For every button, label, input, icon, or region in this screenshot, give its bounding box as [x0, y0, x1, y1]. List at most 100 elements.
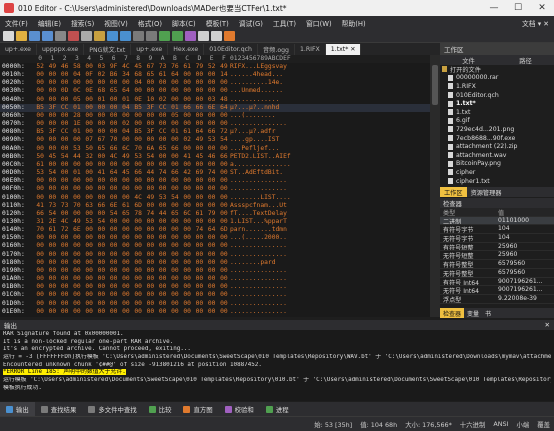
- hex-byte[interactable]: 00: [95, 120, 107, 128]
- menu-search[interactable]: 搜索(S): [66, 18, 99, 28]
- hex-byte[interactable]: 34: [120, 71, 132, 79]
- hex-byte[interactable]: 00: [120, 234, 132, 242]
- hex-ascii[interactable]: parn.......tdmn: [230, 226, 300, 234]
- hex-byte[interactable]: 00: [181, 194, 193, 202]
- hex-byte[interactable]: 44: [157, 210, 169, 218]
- hex-byte[interactable]: 00: [132, 161, 144, 169]
- hex-byte[interactable]: 00: [34, 177, 46, 185]
- hex-byte[interactable]: 00: [83, 291, 95, 299]
- hex-byte[interactable]: 07: [83, 136, 95, 144]
- hex-byte[interactable]: 0D: [59, 87, 71, 95]
- hex-byte[interactable]: 00: [83, 120, 95, 128]
- hex-byte[interactable]: 00: [59, 291, 71, 299]
- hex-byte[interactable]: B5: [34, 128, 46, 136]
- tab-1-txt[interactable]: 1.txt* ✕: [325, 44, 362, 55]
- hex-byte[interactable]: 61: [34, 161, 46, 169]
- hex-byte[interactable]: 00: [108, 267, 120, 275]
- hex-byte[interactable]: 00: [71, 308, 83, 316]
- inspector-row[interactable]: 有符号整型 6579560: [440, 260, 554, 269]
- hex-byte[interactable]: 01: [169, 104, 181, 112]
- hex-byte[interactable]: 00: [157, 79, 169, 87]
- paste-icon[interactable]: [94, 30, 105, 41]
- tab-upexe-1[interactable]: up+.exe: [0, 44, 37, 55]
- hex-byte[interactable]: 00: [108, 185, 120, 193]
- hex-byte[interactable]: 00: [83, 177, 95, 185]
- menu-help[interactable]: 帮助(H): [337, 18, 371, 28]
- hex-byte[interactable]: 00: [59, 161, 71, 169]
- hex-byte[interactable]: 00: [120, 300, 132, 308]
- status-endian[interactable]: 小端: [512, 420, 533, 429]
- hex-byte[interactable]: 61: [46, 226, 58, 234]
- hex-byte[interactable]: 00: [132, 300, 144, 308]
- hex-byte[interactable]: 00: [46, 234, 58, 242]
- hex-row[interactable]: 0160h: 00 00 00 00 00 00 00 00 00 00 00 00 00 00 00 00..…: [0, 242, 430, 250]
- hex-byte[interactable]: 6C: [181, 210, 193, 218]
- hex-byte[interactable]: 00: [34, 194, 46, 202]
- hex-byte[interactable]: 00: [169, 96, 181, 104]
- hex-byte[interactable]: 00: [46, 185, 58, 193]
- hex-byte[interactable]: 65: [95, 145, 107, 153]
- hex-byte[interactable]: 00: [218, 202, 230, 210]
- hex-byte[interactable]: 00: [206, 185, 218, 193]
- hex-ascii[interactable]: ...............: [230, 120, 300, 128]
- hex-byte[interactable]: 53: [206, 136, 218, 144]
- hex-byte[interactable]: 00: [206, 308, 218, 316]
- hex-byte[interactable]: 00: [206, 120, 218, 128]
- hex-byte[interactable]: 00: [108, 308, 120, 316]
- files-col-path[interactable]: 路径: [497, 56, 554, 65]
- hex-byte[interactable]: 6C: [120, 145, 132, 153]
- hex-byte[interactable]: 00: [206, 242, 218, 250]
- hex-byte[interactable]: 00: [95, 161, 107, 169]
- hex-byte[interactable]: 00: [71, 79, 83, 87]
- hex-byte[interactable]: 00: [132, 120, 144, 128]
- hex-byte[interactable]: 66: [181, 104, 193, 112]
- hex-byte[interactable]: 00: [83, 79, 95, 87]
- hex-byte[interactable]: 66: [169, 145, 181, 153]
- hex-byte[interactable]: 74: [157, 169, 169, 177]
- hex-ascii[interactable]: ...............: [230, 242, 300, 250]
- hex-byte[interactable]: 00: [34, 185, 46, 193]
- hex-byte[interactable]: 6A: [144, 145, 156, 153]
- hex-byte[interactable]: 00: [108, 234, 120, 242]
- hex-row[interactable]: 0080h: B5 3F CC 01 00 00 00 04 B5 3F CC 01 61 64 66 72 µ?…: [0, 128, 430, 136]
- hex-byte[interactable]: 00: [120, 242, 132, 250]
- hex-byte[interactable]: 00: [193, 308, 205, 316]
- hex-byte[interactable]: 00: [108, 177, 120, 185]
- hex-byte[interactable]: 00: [59, 251, 71, 259]
- hex-byte[interactable]: 00: [169, 267, 181, 275]
- hex-byte[interactable]: 00: [108, 300, 120, 308]
- hex-byte[interactable]: 00: [157, 234, 169, 242]
- hex-byte[interactable]: 02: [181, 136, 193, 144]
- hex-byte[interactable]: 00: [46, 259, 58, 267]
- hex-byte[interactable]: 00: [157, 185, 169, 193]
- hex-byte[interactable]: 00: [169, 177, 181, 185]
- hex-byte[interactable]: 00: [95, 308, 107, 316]
- hex-byte[interactable]: 00: [169, 120, 181, 128]
- hex-byte[interactable]: 03: [206, 96, 218, 104]
- hex-byte[interactable]: 01: [71, 104, 83, 112]
- file-list-item[interactable]: cipher1.txt: [440, 177, 554, 186]
- hex-byte[interactable]: 00: [193, 96, 205, 104]
- hex-byte[interactable]: 00: [59, 234, 71, 242]
- file-list-item[interactable]: 729ec4d...201.png: [440, 125, 554, 134]
- hex-ascii[interactable]: ........pard: [230, 259, 300, 267]
- hex-byte[interactable]: 48: [218, 96, 230, 104]
- hex-byte[interactable]: 00: [181, 71, 193, 79]
- menu-format[interactable]: 格式(O): [133, 18, 167, 28]
- hex-byte[interactable]: 00: [169, 218, 181, 226]
- hex-byte[interactable]: 00: [120, 79, 132, 87]
- hex-row[interactable]: 0020h: 00 00 00 00 00 00 00 00 04 00 00 00 00 00 00 00..…: [0, 79, 430, 87]
- hex-byte[interactable]: 00: [95, 153, 107, 161]
- hex-byte[interactable]: 64: [218, 104, 230, 112]
- hex-byte[interactable]: 6E: [71, 226, 83, 234]
- hex-byte[interactable]: 00: [95, 300, 107, 308]
- hex-byte[interactable]: 54: [169, 194, 181, 202]
- hex-byte[interactable]: 02: [95, 71, 107, 79]
- menu-templates[interactable]: 模板(T): [201, 18, 234, 28]
- hex-byte[interactable]: 00: [95, 234, 107, 242]
- maximize-button[interactable]: ☐: [506, 3, 530, 13]
- hex-byte[interactable]: 05: [71, 96, 83, 104]
- hex-byte[interactable]: 00: [46, 308, 58, 316]
- hex-byte[interactable]: 00: [206, 194, 218, 202]
- inspector-value[interactable]: 104: [494, 234, 554, 242]
